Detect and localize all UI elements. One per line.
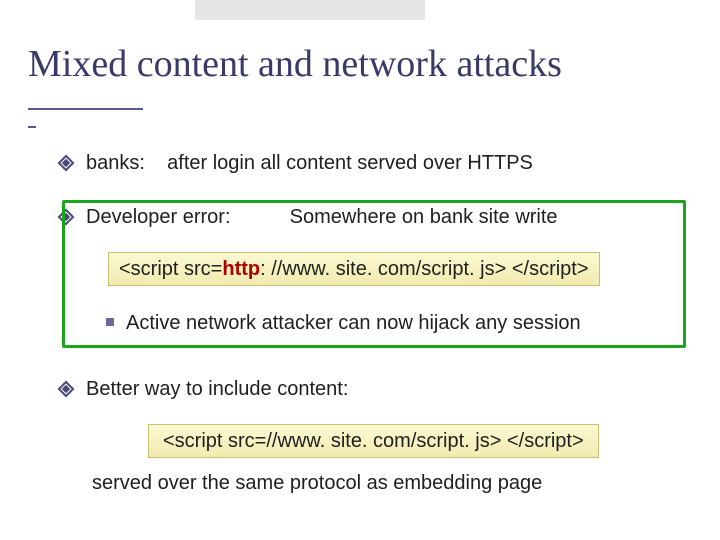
- title-underline: [28, 108, 143, 110]
- header-accent: [195, 0, 425, 20]
- bullet-row: Developer error: Somewhere on bank site …: [60, 204, 690, 230]
- diamond-bullet-icon: [60, 157, 72, 169]
- text-part: Developer error:: [86, 206, 231, 228]
- bullet-text: Better way to include content:: [86, 376, 348, 402]
- square-bullet-icon: [106, 318, 114, 326]
- text-part: Somewhere on bank site write: [290, 206, 558, 228]
- sub-bullet-row: Active network attacker can now hijack a…: [106, 310, 690, 336]
- code-snippet: <script src=//www. site. com/script. js>…: [148, 424, 599, 458]
- slide-title: Mixed content and network attacks: [28, 42, 700, 86]
- bullet-text: banks: after login all content served ov…: [86, 150, 533, 176]
- code-text: <script src=: [119, 258, 222, 280]
- slide: Mixed content and network attacks banks:…: [0, 0, 720, 540]
- sub-bullet-text: Active network attacker can now hijack a…: [126, 310, 581, 336]
- bullet-row: banks: after login all content served ov…: [60, 150, 690, 176]
- bullet-text: Developer error: Somewhere on bank site …: [86, 204, 558, 230]
- trailing-text: served over the same protocol as embeddi…: [92, 470, 690, 496]
- code-text: <script src=//www. site. com/script. js>…: [163, 430, 584, 452]
- title-tick: [28, 126, 36, 128]
- slide-body: banks: after login all content served ov…: [60, 150, 690, 496]
- bullet-row: Better way to include content:: [60, 376, 690, 402]
- diamond-bullet-icon: [60, 383, 72, 395]
- diamond-bullet-icon: [60, 211, 72, 223]
- code-highlight: http: [222, 258, 260, 280]
- code-text: : //www. site. com/script. js> </script>: [260, 258, 588, 280]
- code-snippet: <script src=http: //www. site. com/scrip…: [108, 252, 600, 286]
